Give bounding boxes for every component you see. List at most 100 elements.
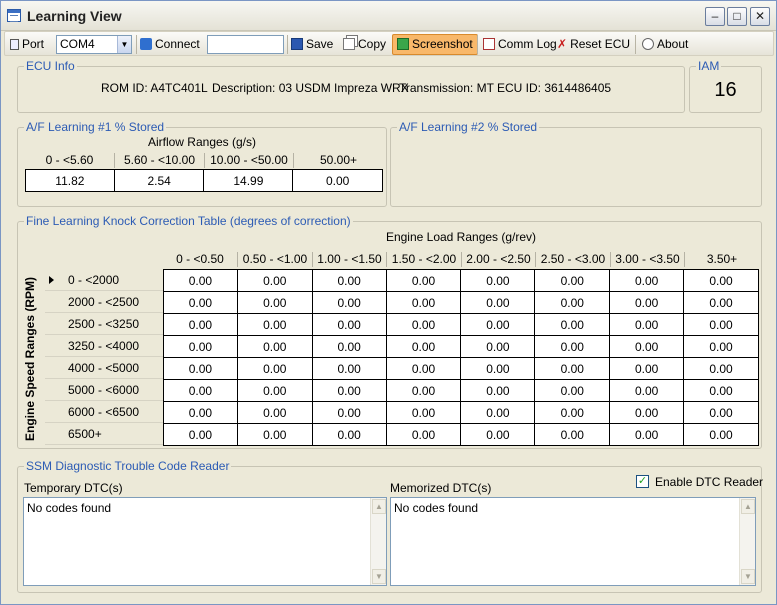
knock-cell[interactable]: 0.00 [609,291,685,314]
knock-cell[interactable]: 0.00 [385,401,462,424]
knock-cell[interactable]: 0.00 [236,335,313,358]
screenshot-button[interactable]: Screenshot [392,34,478,55]
scroll-down-icon[interactable]: ▼ [372,569,386,584]
reset-ecu-button[interactable]: ✗ Reset ECU [557,35,630,54]
knock-cell[interactable]: 0.00 [311,423,387,446]
knock-cell[interactable]: 0.00 [609,401,685,424]
knock-row-header[interactable]: 6000 - <6500 [45,401,163,423]
connect-button[interactable]: Connect [140,35,200,54]
knock-cell[interactable]: 0.00 [609,269,685,292]
scroll-down-icon[interactable]: ▼ [741,569,755,584]
knock-cell[interactable]: 0.00 [236,401,313,424]
knock-cell[interactable]: 0.00 [683,379,759,402]
knock-cell[interactable]: 0.00 [534,357,611,380]
knock-row-header[interactable]: 2000 - <2500 [45,291,163,313]
knock-cell[interactable]: 0.00 [534,379,611,402]
knock-cell[interactable]: 0.00 [311,379,387,402]
knock-cell[interactable]: 0.00 [311,313,387,336]
knock-cell[interactable]: 0.00 [163,401,238,424]
knock-cell[interactable]: 0.00 [683,401,759,424]
knock-row-header[interactable]: 6500+ [45,423,163,445]
chevron-down-icon[interactable]: ▼ [117,36,131,53]
knock-cell[interactable]: 0.00 [683,423,759,446]
knock-cell[interactable]: 0.00 [460,313,536,336]
knock-cell[interactable]: 0.00 [385,379,462,402]
knock-cell[interactable]: 0.00 [385,335,462,358]
scroll-up-icon[interactable]: ▲ [741,499,755,514]
knock-cell[interactable]: 0.00 [534,313,611,336]
knock-cell[interactable]: 0.00 [609,423,685,446]
knock-cell[interactable]: 0.00 [385,291,462,314]
knock-cell[interactable]: 0.00 [460,335,536,358]
knock-cell[interactable]: 0.00 [311,357,387,380]
about-button[interactable]: About [642,35,688,54]
temporary-dtc-list[interactable]: No codes found ▲ ▼ [23,497,387,586]
knock-cell[interactable]: 0.00 [683,357,759,380]
knock-cell[interactable]: 0.00 [236,269,313,292]
knock-cell[interactable]: 0.00 [311,335,387,358]
af1-cell[interactable]: 11.82 [25,169,115,192]
connect-input[interactable] [207,35,284,54]
maximize-button[interactable]: □ [727,7,747,26]
knock-cell[interactable]: 0.00 [236,291,313,314]
knock-cell[interactable]: 0.00 [385,357,462,380]
knock-cell[interactable]: 0.00 [460,269,536,292]
knock-cell[interactable]: 0.00 [311,401,387,424]
knock-cell[interactable]: 0.00 [385,269,462,292]
knock-cell[interactable]: 0.00 [163,423,238,446]
temporary-dtc-scrollbar[interactable]: ▲ ▼ [370,498,386,585]
knock-cell[interactable]: 0.00 [163,357,238,380]
af1-cell[interactable]: 2.54 [113,169,205,192]
af1-cell[interactable]: 14.99 [203,169,294,192]
scroll-up-icon[interactable]: ▲ [372,499,386,514]
knock-cell[interactable]: 0.00 [236,313,313,336]
port-select[interactable]: COM4 ▼ [56,35,132,54]
knock-row-header[interactable]: 4000 - <5000 [45,357,163,379]
knock-cell[interactable]: 0.00 [163,291,238,314]
save-button[interactable]: Save [291,35,333,54]
enable-dtc-label[interactable]: Enable DTC Reader [655,475,763,489]
knock-cell[interactable]: 0.00 [236,357,313,380]
knock-cell[interactable]: 0.00 [683,335,759,358]
knock-cell[interactable]: 0.00 [683,313,759,336]
knock-cell[interactable]: 0.00 [163,379,238,402]
minimize-button[interactable]: – [705,7,725,26]
knock-cell[interactable]: 0.00 [460,379,536,402]
af1-cell[interactable]: 0.00 [292,169,383,192]
knock-cell[interactable]: 0.00 [311,291,387,314]
knock-cell[interactable]: 0.00 [534,423,611,446]
knock-cell[interactable]: 0.00 [609,335,685,358]
knock-cell[interactable]: 0.00 [609,379,685,402]
knock-cell[interactable]: 0.00 [460,291,536,314]
knock-cell[interactable]: 0.00 [385,313,462,336]
close-button[interactable]: ✕ [750,7,770,26]
knock-cell[interactable]: 0.00 [236,423,313,446]
knock-cell[interactable]: 0.00 [163,269,238,292]
knock-cell[interactable]: 0.00 [163,313,238,336]
memorized-dtc-list[interactable]: No codes found ▲ ▼ [390,497,756,586]
knock-cell[interactable]: 0.00 [460,357,536,380]
knock-cell[interactable]: 0.00 [609,357,685,380]
knock-row-header[interactable]: 5000 - <6000 [45,379,163,401]
description-text: Description: 03 USDM Impreza WRX [212,81,409,95]
memorized-dtc-scrollbar[interactable]: ▲ ▼ [739,498,755,585]
enable-dtc-checkbox[interactable]: ✓ [636,475,649,488]
knock-cell[interactable]: 0.00 [609,313,685,336]
knock-cell[interactable]: 0.00 [534,269,611,292]
comm-log-button[interactable]: Comm Log [483,35,557,54]
knock-cell[interactable]: 0.00 [460,423,536,446]
knock-cell[interactable]: 0.00 [385,423,462,446]
knock-cell[interactable]: 0.00 [163,335,238,358]
knock-cell[interactable]: 0.00 [236,379,313,402]
knock-cell[interactable]: 0.00 [460,401,536,424]
knock-cell[interactable]: 0.00 [534,401,611,424]
knock-row-header[interactable]: 2500 - <3250 [45,313,163,335]
knock-row-header[interactable]: 0 - <2000 [45,269,163,291]
knock-row-header[interactable]: 3250 - <4000 [45,335,163,357]
knock-cell[interactable]: 0.00 [683,291,759,314]
knock-cell[interactable]: 0.00 [311,269,387,292]
knock-cell[interactable]: 0.00 [683,269,759,292]
knock-cell[interactable]: 0.00 [534,291,611,314]
copy-button[interactable]: Copy [343,35,386,54]
knock-cell[interactable]: 0.00 [534,335,611,358]
